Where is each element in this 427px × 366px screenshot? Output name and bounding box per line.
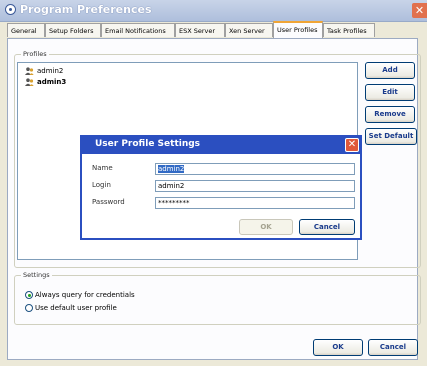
dialog-close-button[interactable]: ✕ — [345, 138, 359, 152]
password-value: ********* — [158, 199, 190, 207]
tab-user-profiles[interactable]: User Profiles — [273, 21, 323, 38]
dialog-titlebar[interactable]: User Profile Settings ✕ — [82, 137, 360, 154]
program-preferences-window: Program Preferences ✕ General Setup Fold… — [0, 0, 427, 366]
name-value: admin2 — [158, 165, 185, 173]
dialog-title: User Profile Settings — [95, 139, 201, 149]
tab-setup-folders[interactable]: Setup Folders — [45, 23, 101, 37]
profiles-legend: Profiles — [21, 50, 49, 59]
radio-selected[interactable] — [25, 291, 33, 299]
login-label: Login — [92, 181, 111, 189]
use-default-label: Use default user profile — [35, 304, 117, 312]
add-button[interactable]: Add — [365, 62, 415, 79]
remove-button[interactable]: Remove — [365, 106, 415, 123]
edit-button[interactable]: Edit — [365, 84, 415, 101]
login-field[interactable]: admin2 — [155, 180, 355, 192]
user-profile-icon — [25, 78, 34, 86]
tab-email-notifications[interactable]: Email Notifications — [101, 23, 175, 37]
tab-xen-server[interactable]: Xen Server — [225, 23, 273, 37]
list-item-label: admin2 — [37, 67, 64, 75]
tab-task-profiles[interactable]: Task Profiles — [323, 23, 375, 37]
tab-esx-server[interactable]: ESX Server — [175, 23, 225, 37]
dialog-cancel-button[interactable]: Cancel — [299, 219, 355, 235]
list-item-label: admin3 — [37, 78, 67, 86]
password-field[interactable]: ********* — [155, 197, 355, 209]
radio-unselected[interactable] — [25, 304, 33, 312]
set-default-button[interactable]: Set Default — [365, 128, 417, 145]
user-profile-settings-dialog: User Profile Settings ✕ Name admin2 Logi… — [80, 135, 362, 240]
name-label: Name — [92, 164, 113, 172]
window-titlebar[interactable]: Program Preferences ✕ — [0, 0, 427, 22]
login-value: admin2 — [158, 182, 185, 190]
app-icon — [5, 4, 16, 15]
window-close-button[interactable]: ✕ — [412, 3, 427, 18]
settings-legend: Settings — [21, 271, 52, 280]
name-field[interactable]: admin2 — [155, 163, 355, 175]
ok-button[interactable]: OK — [313, 339, 363, 356]
settings-group: Settings — [14, 271, 421, 325]
password-label: Password — [92, 198, 125, 206]
user-profile-icon — [25, 67, 34, 75]
window-title: Program Preferences — [20, 3, 152, 16]
dialog-ok-button[interactable]: OK — [239, 219, 293, 235]
always-query-label: Always query for credentials — [35, 291, 135, 299]
cancel-button[interactable]: Cancel — [368, 339, 418, 356]
tab-general[interactable]: General — [7, 23, 45, 37]
